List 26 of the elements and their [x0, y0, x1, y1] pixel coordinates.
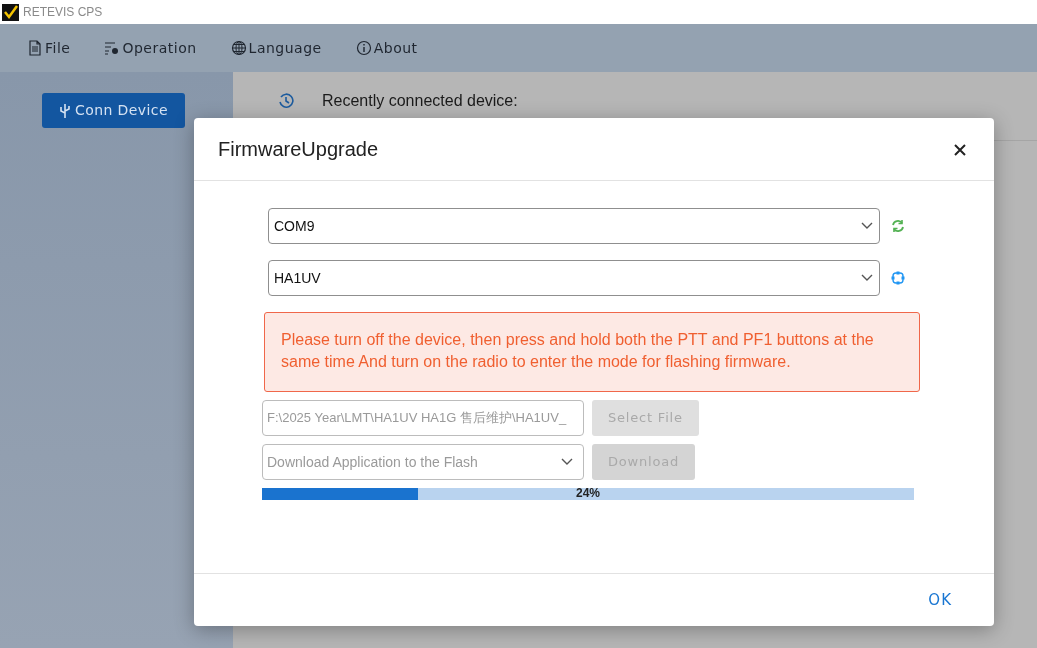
- menu-item[interactable]: File: [45, 37, 71, 59]
- chevron-down-icon: [861, 274, 873, 282]
- ok-button[interactable]: OK: [922, 587, 958, 613]
- menu-item[interactable]: Operation: [122, 37, 197, 59]
- app-logo-icon: [2, 3, 19, 21]
- operation-icon: [104, 40, 121, 56]
- file-icon: [27, 40, 43, 56]
- conn-device-button[interactable]: Conn Device: [42, 93, 185, 128]
- port-select[interactable]: COM9: [268, 208, 880, 244]
- usb-icon: [59, 102, 72, 119]
- progress-label: 24%: [575, 486, 601, 500]
- chevron-down-icon: [861, 222, 873, 230]
- dialog-title: FirmwareUpgrade: [218, 137, 379, 162]
- window-title: RETEVIS CPS: [23, 4, 103, 21]
- recent-device-label: Recently connected device:: [322, 91, 518, 111]
- instruction-message: Please turn off the device, then press and hold both the PTT and PF1 buttons at the same time And turn on the radio to enter the mode for flashing firmware.: [264, 312, 920, 392]
- chevron-down-icon: [561, 458, 573, 466]
- target-icon[interactable]: [890, 270, 906, 286]
- info-icon: [355, 40, 372, 56]
- globe-icon: [230, 40, 247, 56]
- menu-item[interactable]: Language: [248, 37, 322, 59]
- close-icon: [954, 144, 966, 157]
- refresh-icon[interactable]: [890, 218, 906, 234]
- model-select[interactable]: HA1UV: [268, 260, 880, 296]
- menu-item[interactable]: About: [373, 37, 418, 59]
- history-icon: [278, 93, 294, 109]
